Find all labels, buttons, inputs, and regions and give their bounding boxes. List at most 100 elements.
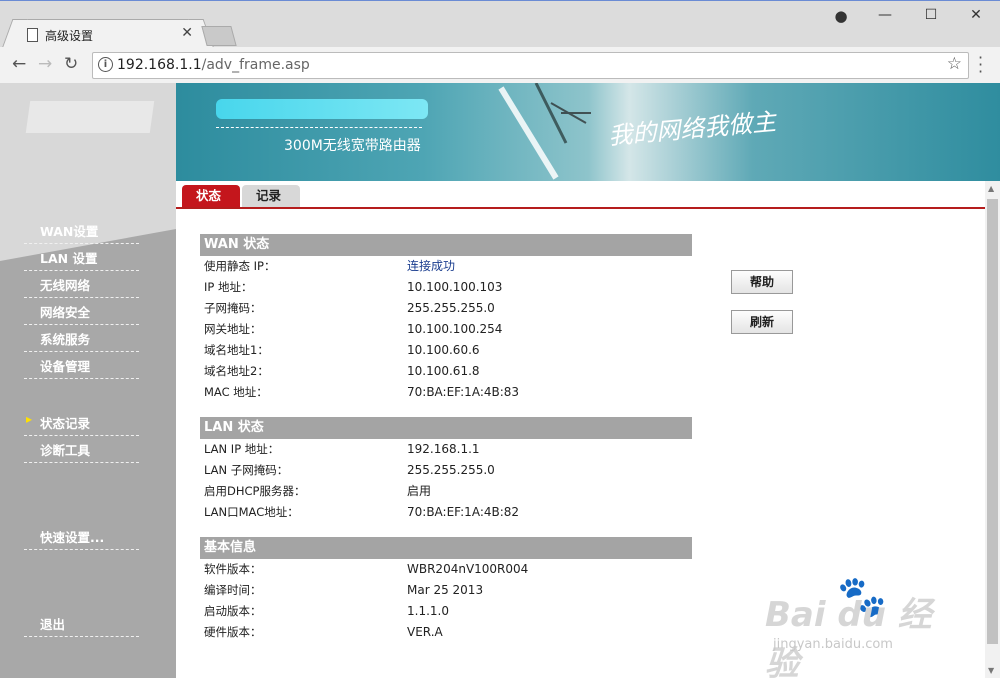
content-tabs: 状态 记录 xyxy=(176,181,996,209)
sidebar-item-security[interactable]: 网络安全 xyxy=(24,298,139,325)
field-value: 255.255.255.0 xyxy=(407,301,495,315)
section-title: 基本信息 xyxy=(200,537,692,559)
table-row: MAC 地址： 70:BA:EF:1A:4B:83 xyxy=(200,382,692,403)
minimize-icon[interactable]: — xyxy=(870,7,900,27)
url-path: /adv_frame.asp xyxy=(201,57,310,73)
sidebar-item-services[interactable]: 系统服务 xyxy=(24,325,139,352)
sidebar-item-label: 状态记录 xyxy=(40,416,91,431)
table-row: 软件版本： WBR204nV100R004 xyxy=(200,559,692,580)
sidebar-menu: WAN设置 LAN 设置 无线网络 网络安全 系统服务 设备管理 状态记录 诊断… xyxy=(24,217,139,637)
tab-log[interactable]: 记录 xyxy=(242,185,300,207)
watermark: 🐾 Bai du 经验 jingyan.baidu.com xyxy=(765,573,955,684)
header-banner: 300M无线宽带路由器 我的网络我做主 xyxy=(176,83,1000,181)
bookmark-star-icon[interactable]: ☆ xyxy=(947,54,962,74)
tab-status[interactable]: 状态 xyxy=(182,185,240,207)
wan-section: WAN 状态 使用静态 IP： 连接成功 IP 地址： 10.100.100.103… xyxy=(200,234,692,403)
scroll-thumb[interactable] xyxy=(987,199,998,644)
field-label: 网关地址： xyxy=(204,322,262,336)
field-value: 192.168.1.1 xyxy=(407,442,480,456)
section-title: LAN 状态 xyxy=(200,417,692,439)
sidebar: WAN设置 LAN 设置 无线网络 网络安全 系统服务 设备管理 状态记录 诊断… xyxy=(0,83,176,678)
router-page: WAN设置 LAN 设置 无线网络 网络安全 系统服务 设备管理 状态记录 诊断… xyxy=(0,83,1000,684)
field-label: LAN口MAC地址： xyxy=(204,505,299,519)
refresh-button[interactable]: 刷新 xyxy=(731,310,793,334)
table-row: 硬件版本： VER.A xyxy=(200,622,692,643)
field-value: 10.100.100.103 xyxy=(407,280,503,294)
field-value: Mar 25 2013 xyxy=(407,583,484,597)
sidebar-item-wan[interactable]: WAN设置 xyxy=(24,217,139,244)
help-button[interactable]: 帮助 xyxy=(731,270,793,294)
tab-close-icon[interactable]: ✕ xyxy=(181,25,193,41)
forward-icon[interactable]: → xyxy=(38,54,52,74)
watermark-text: Bai du 经验 xyxy=(765,595,932,684)
profile-icon[interactable]: ● xyxy=(826,7,856,27)
table-row: LAN 子网掩码： 255.255.255.0 xyxy=(200,460,692,481)
sidebar-item-label: 退出 xyxy=(40,617,66,632)
sidebar-item-label: 网络安全 xyxy=(40,305,91,320)
close-window-icon[interactable]: ✕ xyxy=(961,7,991,27)
sidebar-item-lan[interactable]: LAN 设置 xyxy=(24,244,139,271)
logo xyxy=(25,101,155,133)
brand-logo xyxy=(216,99,428,119)
field-label: 硬件版本： xyxy=(204,625,262,639)
table-row: 使用静态 IP： 连接成功 xyxy=(200,256,692,277)
field-value: WBR204nV100R004 xyxy=(407,562,529,576)
field-label: 启动版本： xyxy=(204,604,262,618)
reload-icon[interactable]: ↻ xyxy=(64,54,78,74)
url-text: 192.168.1.1/adv_frame.asp xyxy=(117,57,310,73)
connection-status: 连接成功 xyxy=(407,259,456,273)
table-row: 启用DHCP服务器： 启用 xyxy=(200,481,692,502)
table-row: LAN IP 地址： 192.168.1.1 xyxy=(200,439,692,460)
field-value: 70:BA:EF:1A:4B:83 xyxy=(407,385,520,399)
lan-section: LAN 状态 LAN IP 地址： 192.168.1.1 LAN 子网掩码： 25… xyxy=(200,417,692,523)
scrollbar[interactable]: ▲ ▼ xyxy=(985,181,1000,678)
sidebar-item-status[interactable]: 状态记录 xyxy=(24,409,139,436)
new-tab-button[interactable] xyxy=(201,26,237,46)
sidebar-item-wireless[interactable]: 无线网络 xyxy=(24,271,139,298)
field-label: 使用静态 IP： xyxy=(204,259,276,273)
browser-tab[interactable]: 高级设置 ✕ xyxy=(14,19,202,49)
field-value: 1.1.1.0 xyxy=(407,604,449,618)
field-label: 域名地址2： xyxy=(204,364,269,378)
browser-menu-icon[interactable]: · · · xyxy=(978,50,983,80)
field-value: VER.A xyxy=(407,625,443,639)
tab-title: 高级设置 xyxy=(45,29,94,43)
table-row: LAN口MAC地址： 70:BA:EF:1A:4B:82 xyxy=(200,502,692,523)
sidebar-item-label: 无线网络 xyxy=(40,278,91,293)
url-host: 192.168.1.1 xyxy=(117,57,202,73)
browser-toolbar: ← → ↻ i 192.168.1.1/adv_frame.asp ☆ · · · xyxy=(0,47,1000,84)
sidebar-item-label: WAN设置 xyxy=(40,224,99,239)
address-bar[interactable]: i 192.168.1.1/adv_frame.asp ☆ xyxy=(92,52,969,79)
field-label: 编译时间： xyxy=(204,583,262,597)
field-value: 70:BA:EF:1A:4B:82 xyxy=(407,505,520,519)
sidebar-item-label: LAN 设置 xyxy=(40,251,98,266)
table-row: IP 地址： 10.100.100.103 xyxy=(200,277,692,298)
table-row: 网关地址： 10.100.100.254 xyxy=(200,319,692,340)
cable-illustration xyxy=(498,83,591,180)
field-label: 子网掩码： xyxy=(204,301,262,315)
field-label: 启用DHCP服务器： xyxy=(204,484,306,498)
sidebar-item-quick-setup[interactable]: 快速设置... xyxy=(24,523,139,550)
back-icon[interactable]: ← xyxy=(12,54,26,74)
sidebar-item-label: 诊断工具 xyxy=(40,443,91,458)
status-panel: WAN 状态 使用静态 IP： 连接成功 IP 地址： 10.100.100.103… xyxy=(200,234,692,657)
scroll-up-icon[interactable]: ▲ xyxy=(988,184,994,193)
field-label: IP 地址： xyxy=(204,280,253,294)
table-row: 域名地址1： 10.100.60.6 xyxy=(200,340,692,361)
table-row: 编译时间： Mar 25 2013 xyxy=(200,580,692,601)
info-section: 基本信息 软件版本： WBR204nV100R004 编译时间： Mar 25 20… xyxy=(200,537,692,643)
field-label: LAN IP 地址： xyxy=(204,442,280,456)
watermark-url: jingyan.baidu.com xyxy=(773,637,893,652)
field-label: 软件版本： xyxy=(204,562,262,576)
sidebar-item-logout[interactable]: 退出 xyxy=(24,610,139,637)
scroll-down-icon[interactable]: ▼ xyxy=(988,666,994,675)
sidebar-item-label: 设备管理 xyxy=(40,359,91,374)
sidebar-item-diagnostics[interactable]: 诊断工具 xyxy=(24,436,139,463)
info-icon[interactable]: i xyxy=(98,57,113,72)
banner-slogan: 我的网络我做主 xyxy=(607,107,778,151)
table-row: 子网掩码： 255.255.255.0 xyxy=(200,298,692,319)
sidebar-item-device[interactable]: 设备管理 xyxy=(24,352,139,379)
field-label: 域名地址1： xyxy=(204,343,269,357)
field-value: 10.100.60.6 xyxy=(407,343,480,357)
maximize-icon[interactable]: ☐ xyxy=(916,7,946,27)
